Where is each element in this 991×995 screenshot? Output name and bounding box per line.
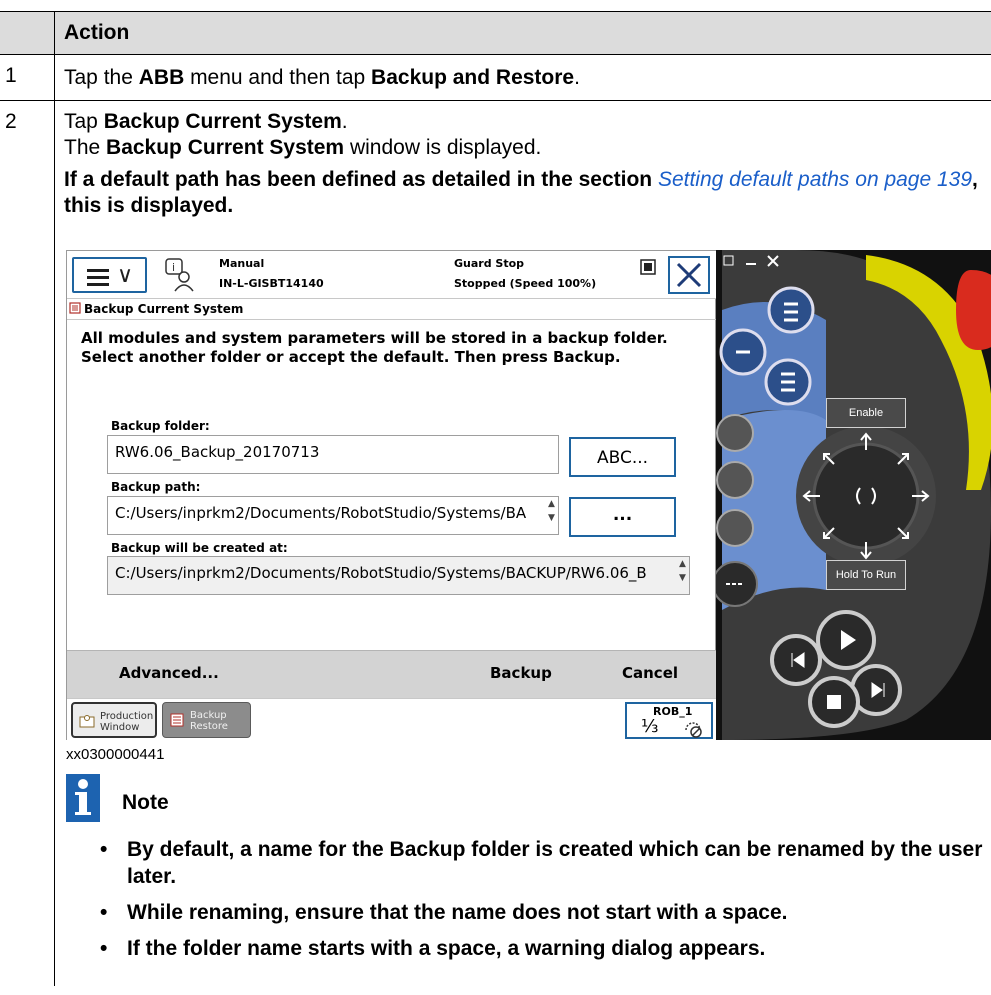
flexpendant-screenshot: ∨ i Manual IN-L-GISBT14140 Guard Stop St… [66, 250, 991, 741]
task-label-line: Restore [190, 721, 228, 732]
text-run: . [341, 110, 348, 133]
figure-caption: xx0300000441 [66, 746, 165, 763]
backup-window-icon [69, 302, 81, 314]
status-mode: Manual [219, 257, 265, 270]
backup-path-field[interactable]: C:/Users/inprkm2/Documents/RobotStudio/S… [107, 496, 559, 535]
command-bar: Advanced... Backup Cancel [67, 650, 717, 698]
run-mode-icon [685, 722, 702, 738]
chevron-down-icon: ∨ [117, 262, 134, 287]
device-body [712, 250, 991, 740]
flexpendant-device: Enable Hold To Run [712, 250, 991, 740]
backup-folder-value: RW6.06_Backup_20170713 [115, 443, 320, 461]
list-item: • If the folder name starts with a space,… [100, 935, 985, 962]
browse-path-button[interactable]: ... [569, 497, 676, 537]
step-text: Tap Backup Current System. The Backup Cu… [55, 101, 991, 227]
status-system: IN-L-GISBT14140 [219, 277, 324, 290]
bullet-icon: • [100, 937, 108, 960]
created-at-field: C:/Users/inprkm2/Documents/RobotStudio/S… [107, 556, 690, 595]
enable-device-label[interactable]: Enable [826, 398, 906, 428]
flexpendant-screen: ∨ i Manual IN-L-GISBT14140 Guard Stop St… [66, 250, 717, 741]
text-run: window is displayed. [344, 136, 542, 159]
window-title: Backup Current System [69, 301, 243, 318]
text-run: The [64, 136, 107, 159]
backup-folder-label: Backup folder: [111, 419, 210, 433]
created-at-label: Backup will be created at: [111, 541, 288, 555]
advanced-button[interactable]: Advanced... [119, 664, 219, 682]
hamburger-icon [87, 269, 109, 290]
svg-text:i: i [172, 261, 175, 274]
step-line: Tap Backup Current System. [64, 109, 983, 135]
task-label-line: Production [100, 711, 154, 722]
abb-menu-button[interactable]: ∨ [72, 257, 147, 293]
window-title-text: Backup Current System [84, 302, 244, 316]
keyboard-abc-button[interactable]: ABC... [569, 437, 676, 477]
step-text: Tap the ABB menu and then tap Backup and… [55, 55, 991, 99]
section-link[interactable]: Setting default paths on page 139 [658, 168, 972, 191]
increment-fraction: ⅓ [641, 716, 659, 737]
backup-restore-icon [170, 713, 184, 727]
list-item-text: While renaming, ensure that the name doe… [127, 901, 788, 924]
table-header-row: Action [0, 11, 991, 55]
list-item: • By default, a name for the Backup folde… [100, 836, 985, 890]
bullet-icon: • [100, 901, 108, 924]
backup-path-label: Backup path: [111, 480, 201, 494]
task-backup-restore[interactable]: Backup Restore [162, 702, 251, 738]
hold-to-run-label[interactable]: Hold To Run [826, 560, 906, 590]
text-run: menu and then tap [184, 66, 372, 89]
text-run: Tap [64, 110, 104, 133]
step-line: If a default path has been defined as de… [64, 167, 983, 219]
scroll-arrows-icon[interactable]: ▲ ▼ [545, 497, 558, 534]
task-production-window[interactable]: Production Window [71, 702, 157, 738]
text-run-bold: If a default path has been defined as de… [64, 168, 658, 191]
text-run-bold: Backup and Restore [371, 66, 575, 89]
created-at-value: C:/Users/inprkm2/Documents/RobotStudio/S… [115, 564, 647, 582]
production-window-icon [79, 715, 95, 728]
text-run: . [574, 66, 580, 89]
quickset-button[interactable]: ROB_1 ⅓ [625, 702, 713, 739]
user-icon: i [165, 258, 194, 292]
list-item-text: If the folder name starts with a space, … [127, 937, 766, 960]
status-speed: Stopped (Speed 100%) [454, 277, 597, 290]
text-run-bold: Backup Current System [103, 110, 342, 133]
step-line: The Backup Current System window is disp… [64, 135, 983, 161]
backup-folder-field[interactable]: RW6.06_Backup_20170713 [107, 435, 559, 474]
title-divider [67, 319, 717, 320]
step-number-cell: 1 [0, 55, 55, 100]
task-label-line: Window [100, 722, 140, 733]
status-state: Guard Stop [454, 257, 525, 270]
text-run-bold: ABB [138, 66, 185, 89]
list-item: • While renaming, ensure that the name do… [100, 899, 985, 926]
list-item-text: By default, a name for the Backup folder… [127, 838, 983, 888]
taskbar: Production Window Backup Restore ROB_1 ⅓ [67, 698, 717, 741]
document-page: Action 1 Tap the ABB menu and then tap B… [0, 0, 991, 995]
close-icon [676, 262, 702, 288]
step-number-cell: 2 [0, 101, 55, 986]
note-list: • By default, a name for the Backup folde… [100, 836, 985, 971]
close-button[interactable] [668, 256, 710, 294]
text-run-bold: Backup Current System [106, 136, 345, 159]
note-title: Note [122, 791, 169, 814]
info-glyph [75, 779, 91, 815]
backup-button[interactable]: Backup [490, 664, 552, 682]
header-num-cell [0, 12, 55, 54]
table-row: 1 Tap the ABB menu and then tap Backup a… [0, 55, 991, 101]
step-number: 1 [5, 64, 17, 87]
backup-path-value: C:/Users/inprkm2/Documents/RobotStudio/S… [115, 504, 527, 522]
status-bar: ∨ i Manual IN-L-GISBT14140 Guard Stop St… [67, 251, 717, 299]
info-icon [66, 774, 100, 822]
intro-text: All modules and system parameters will b… [81, 329, 668, 366]
rob-label: ROB_1 [653, 705, 693, 718]
bullet-icon: • [100, 838, 108, 861]
text-run: Tap the [64, 66, 139, 89]
cancel-button[interactable]: Cancel [622, 664, 678, 682]
header-action: Action [64, 21, 130, 44]
hotedit-icon [640, 259, 656, 275]
step-number: 2 [5, 110, 17, 133]
scroll-arrows-icon[interactable]: ▲ ▼ [676, 557, 689, 594]
task-label-line: Backup [190, 710, 227, 721]
